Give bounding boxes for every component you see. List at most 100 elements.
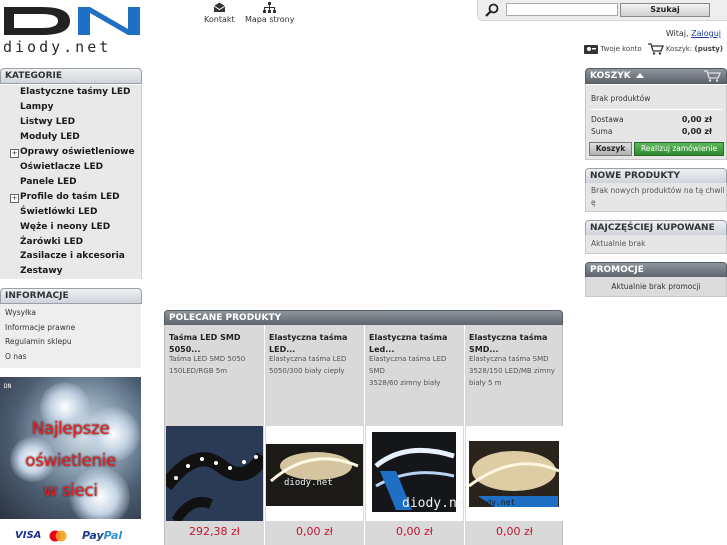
search-button[interactable]: Szukaj [620,3,710,17]
cart-button[interactable]: Koszyk [589,142,632,156]
product-desc: Elastyczna taśma SMD 3528/150 LED/MB zim… [469,353,562,389]
info-title: INFORMACJE [5,291,69,301]
category-item[interactable]: Zestawy [20,266,63,276]
delivery-value: 0,00 zł [681,115,712,124]
product-price: 292,38 zł [189,525,240,538]
promotions-body: Aktualnie brak promocji [585,277,727,297]
product-desc-line: Taśma LED SMD 5050 [169,355,246,363]
new-products-body: Brak nowych produktów na tą chwil ę [585,183,727,212]
account-links: Twoje konto Koszyk: (pusty) [579,43,723,57]
product-desc-line: 3528/150 LED/MB zimny [469,367,555,375]
cart-header: KOSZYK [585,68,727,84]
sitemap-icon [263,2,277,13]
promotions-text: Aktualnie brak promocji [611,282,701,291]
sum-value: 0,00 zł [681,127,712,136]
info-link[interactable]: Informacje prawne [5,323,75,332]
product-image[interactable]: diody.net [466,426,563,521]
expand-icon[interactable]: + [10,149,19,158]
cart-body: Brak produktów Dostawa 0,00 zł Suma 0,00… [585,85,727,160]
category-item[interactable]: Listwy LED [20,117,75,127]
sum-label: Suma [591,127,613,136]
product-image[interactable]: diody.net [366,426,463,521]
promo-banner[interactable]: DN Najlepsze oświetlenie w sieci [0,377,141,519]
banner-line: w sieci [43,481,98,501]
product-desc-line: 5050/300 biały ciepły [269,367,345,375]
sitemap-label: Mapa strony [245,15,295,24]
cart-divider [590,109,722,110]
dn-logo-mark [4,7,140,35]
featured-products: Taśma LED SMD 5050... Taśma LED SMD 5050… [164,325,563,545]
checkout-button[interactable]: Realizuj zamówienie [634,142,724,156]
delivery-label: Dostawa [591,115,624,124]
promotions-header: PROMOCJE [585,262,727,278]
product-card[interactable]: Elastyczna taśma SMD... Elastyczna taśma… [465,325,564,545]
product-desc: Taśma LED SMD 5050 150LED/RGB 5m [169,353,262,377]
info-link[interactable]: O nas [5,352,27,361]
category-item[interactable]: Oprawy oświetleniowe [20,147,135,157]
product-name-line: Elastyczna taśma [269,333,348,342]
new-products-text: Brak nowych produktów na tą chwil [591,186,725,195]
cart-empty-text: Brak produktów [591,94,651,103]
categories-header: KATEGORIE [0,68,142,84]
watermark: diody.net [284,478,333,488]
product-card[interactable]: Elastyczna taśma Led... Elastyczna taśma… [365,325,465,545]
product-image[interactable] [166,426,263,521]
category-item[interactable]: Moduły LED [20,132,80,142]
category-item[interactable]: Żarówki LED [20,237,83,247]
search-input[interactable] [506,3,618,16]
payment-logos: VISA PayPal [0,525,141,545]
banner-mini-logo: DN [4,383,12,390]
cart-label: Koszyk: [665,45,693,53]
featured-title: POLECANE PRODUKTY [169,313,282,323]
welcome-text: Witaj, [665,29,689,38]
product-price: 0,00 zł [496,525,533,538]
category-item[interactable]: Węże i neony LED [20,222,110,232]
paypal-logo-a: Pay [82,529,104,542]
contact-link[interactable]: Kontakt [204,2,235,24]
new-products-text: ę [591,198,596,207]
product-desc-line: Elastyczna taśma LED SMD [369,355,447,375]
category-item[interactable]: Elastyczne taśmy LED [20,87,131,97]
login-link[interactable]: Zaloguj [691,29,721,38]
bestsellers-body: Aktualnie brak [585,235,727,254]
bestsellers-title: NAJCZĘŚCIEJ KUPOWANE [590,223,715,233]
info-link[interactable]: Wysyłka [5,308,36,317]
product-image[interactable]: diody.net [266,426,363,521]
product-name-line: Elastyczna taśma [369,333,448,342]
product-desc: Elastyczna taśma LED SMD 3528/60 zimny b… [369,353,462,389]
sitemap-link[interactable]: Mapa strony [245,2,294,24]
expand-icon[interactable]: + [10,194,19,203]
product-card[interactable]: Taśma LED SMD 5050... Taśma LED SMD 5050… [165,325,265,545]
mini-cart-link[interactable]: Koszyk: (pusty) [647,43,723,55]
product-price: 0,00 zł [296,525,333,538]
led-strip-rgb-image [166,426,263,521]
bestsellers-header: NAJCZĘŚCIEJ KUPOWANE [585,220,727,236]
welcome-line: Witaj, Zaloguj [666,29,721,38]
category-item[interactable]: Świetlówki LED [20,207,97,217]
category-item[interactable]: Profile do taśm LED [20,192,120,202]
paypal-logo-b: Pal [103,529,123,542]
category-item[interactable]: Lampy [20,102,54,112]
categories-title: KATEGORIE [5,71,62,81]
product-desc: Elastyczna taśma LED 5050/300 biały ciep… [269,353,362,377]
site-logo[interactable]: diody.net [0,5,145,56]
product-desc-line: Elastyczna taśma SMD [469,355,549,363]
banner-line: Najlepsze [31,419,110,439]
cart-header-icon [704,70,721,82]
product-price: 0,00 zł [396,525,433,538]
product-card[interactable]: Elastyczna taśma LED... Elastyczna taśma… [265,325,365,545]
category-item[interactable]: Zasilacze i akcesoria [20,251,125,261]
search-icon[interactable] [485,3,499,17]
paypal-logo: PayPal [82,529,122,542]
info-link[interactable]: Regulamin sklepu [5,337,72,346]
user-account-icon [583,45,598,54]
product-desc-line: Elastyczna taśma LED [269,355,347,363]
new-products-title: NOWE PRODUKTY [590,171,680,181]
category-item[interactable]: Oświetlacze LED [20,162,103,172]
collapse-arrow-icon[interactable] [635,72,644,78]
mastercard-icon [49,530,67,542]
account-link[interactable]: Twoje konto [583,43,642,55]
categories-list: Elastyczne taśmy LED Lampy Listwy LED Mo… [0,85,142,279]
category-item[interactable]: Panele LED [20,177,77,187]
led-strip-warm-image [266,444,363,506]
